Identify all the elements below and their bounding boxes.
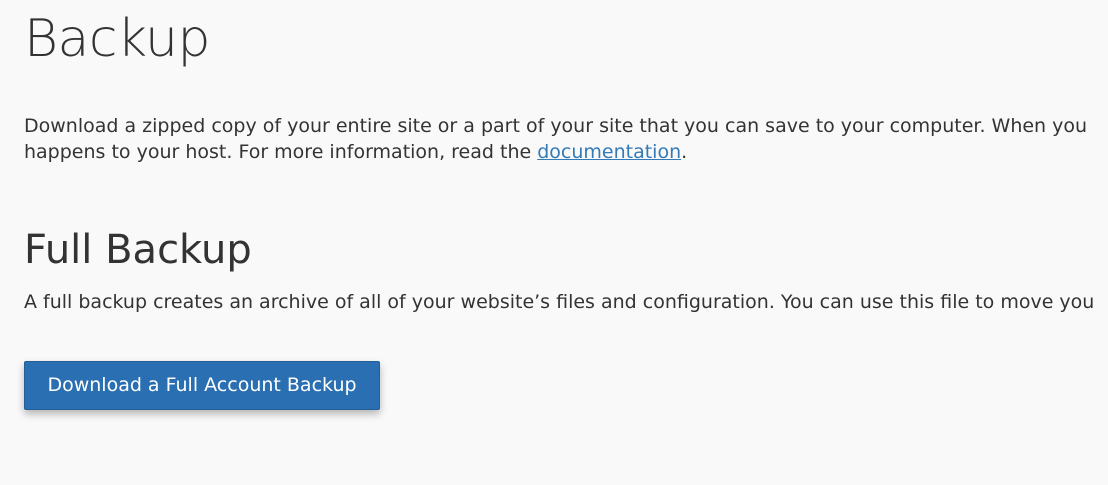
page-title: Backup (24, 9, 210, 69)
full-backup-description: A full backup creates an archive of all … (24, 291, 1095, 313)
intro-text-period: . (681, 141, 688, 163)
full-backup-heading: Full Backup (24, 227, 252, 273)
intro-text-line2: happens to your host. For more informati… (24, 141, 538, 163)
intro-text-line1: Download a zipped copy of your entire si… (24, 115, 1088, 137)
download-full-backup-button[interactable]: Download a Full Account Backup (24, 361, 380, 410)
intro-paragraph: Download a zipped copy of your entire si… (24, 113, 1108, 165)
documentation-link[interactable]: documentation (537, 141, 681, 163)
